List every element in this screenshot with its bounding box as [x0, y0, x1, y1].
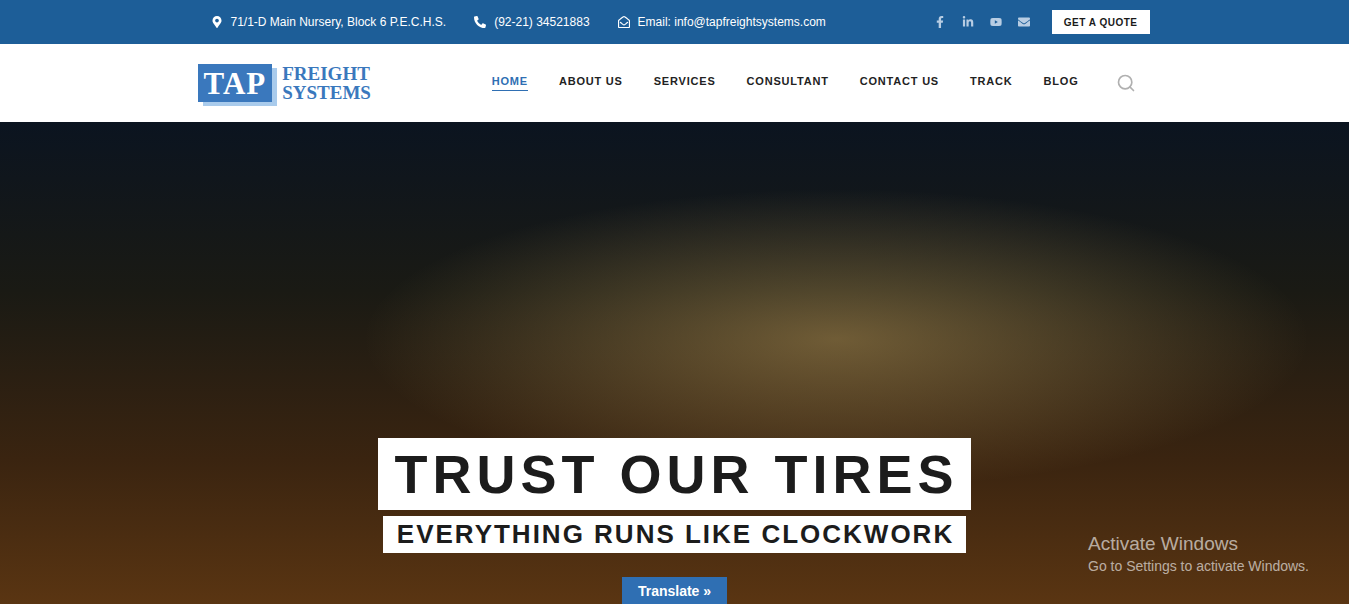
phone[interactable]: (92-21) 34521883 — [474, 15, 589, 29]
windows-watermark: Activate Windows Go to Settings to activa… — [1088, 533, 1309, 574]
translate-button[interactable]: Translate » — [622, 577, 727, 604]
nav-item[interactable]: SERVICES — [654, 75, 716, 91]
nav-item[interactable]: HOME — [492, 75, 528, 91]
nav-item[interactable]: CONTACT US — [860, 75, 939, 91]
nav-item[interactable]: TRACK — [970, 75, 1013, 91]
top-bar: 71/1-D Main Nursery, Block 6 P.E.C.H.S. (… — [0, 0, 1349, 44]
map-pin-icon — [211, 16, 223, 28]
logo-line: FREIGHT — [282, 64, 371, 83]
nav-item[interactable]: ABOUT US — [559, 75, 623, 91]
address-text: 71/1-D Main Nursery, Block 6 P.E.C.H.S. — [231, 15, 447, 29]
hero-title: TRUST OUR TIRES — [378, 438, 970, 510]
hero: TRUST OUR TIRES EVERYTHING RUNS LIKE CLOC… — [0, 122, 1349, 604]
phone-text: (92-21) 34521883 — [494, 15, 589, 29]
watermark-title: Activate Windows — [1088, 533, 1309, 555]
linkedin-icon[interactable] — [962, 16, 974, 28]
search-icon[interactable] — [1116, 73, 1136, 93]
nav-item[interactable]: CONSULTANT — [747, 75, 829, 91]
youtube-icon[interactable] — [990, 16, 1002, 28]
top-bar-container: 71/1-D Main Nursery, Block 6 P.E.C.H.S. (… — [198, 0, 1152, 44]
logo-words: FREIGHTSYSTEMS — [282, 64, 371, 102]
page: 71/1-D Main Nursery, Block 6 P.E.C.H.S. (… — [0, 0, 1349, 604]
watermark-subtitle: Go to Settings to activate Windows. — [1088, 558, 1309, 574]
nav-item[interactable]: BLOG — [1044, 75, 1079, 91]
mail-icon[interactable] — [1018, 16, 1030, 28]
logo-mark: TAP — [198, 64, 273, 102]
email[interactable]: Email: info@tapfreightsystems.com — [618, 15, 826, 29]
facebook-icon[interactable] — [934, 16, 946, 28]
logo-line: SYSTEMS — [282, 83, 371, 102]
envelope-icon — [618, 16, 630, 28]
logo[interactable]: TAPFREIGHTSYSTEMS — [198, 64, 371, 102]
get-quote-button[interactable]: GET A QUOTE — [1052, 10, 1150, 34]
address: 71/1-D Main Nursery, Block 6 P.E.C.H.S. — [211, 15, 447, 29]
header: TAPFREIGHTSYSTEMSHOMEABOUT USSERVICESCON… — [0, 44, 1349, 122]
phone-icon — [474, 16, 486, 28]
header-container: TAPFREIGHTSYSTEMSHOMEABOUT USSERVICESCON… — [198, 44, 1152, 122]
main-nav: HOME ABOUT US SERVICES CONSULTANT CONTACT US… — [492, 73, 1152, 93]
hero-subtitle: EVERYTHING RUNS LIKE CLOCKWORK — [383, 516, 966, 553]
email-text: Email: info@tapfreightsystems.com — [638, 15, 826, 29]
social-links — [934, 16, 1030, 28]
